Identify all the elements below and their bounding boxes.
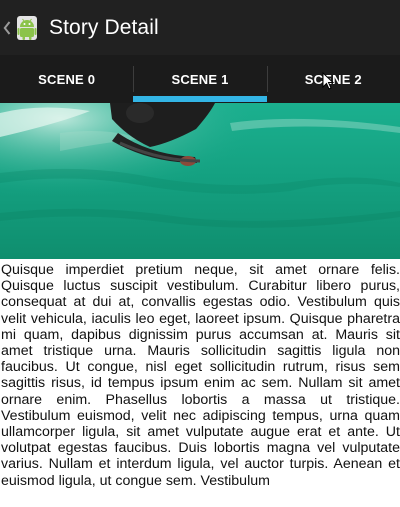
surfer-photo <box>0 103 400 259</box>
action-bar: Story Detail <box>0 0 400 55</box>
tab-label: SCENE 1 <box>171 71 229 87</box>
android-icon[interactable] <box>14 13 40 43</box>
mouse-cursor-icon <box>322 72 334 90</box>
story-photo <box>0 103 400 259</box>
selected-tab-indicator <box>133 96 267 102</box>
chevron-left-icon[interactable] <box>1 0 13 55</box>
tab-bar: SCENE 0 SCENE 1 SCENE 2 <box>0 55 400 103</box>
page-title: Story Detail <box>49 15 159 39</box>
tab-scene-1[interactable]: SCENE 1 <box>133 55 267 103</box>
tab-label: SCENE 0 <box>38 71 96 87</box>
story-text: Quisque imperdiet pretium neque, sit ame… <box>1 262 400 489</box>
tab-scene-0[interactable]: SCENE 0 <box>0 55 133 103</box>
